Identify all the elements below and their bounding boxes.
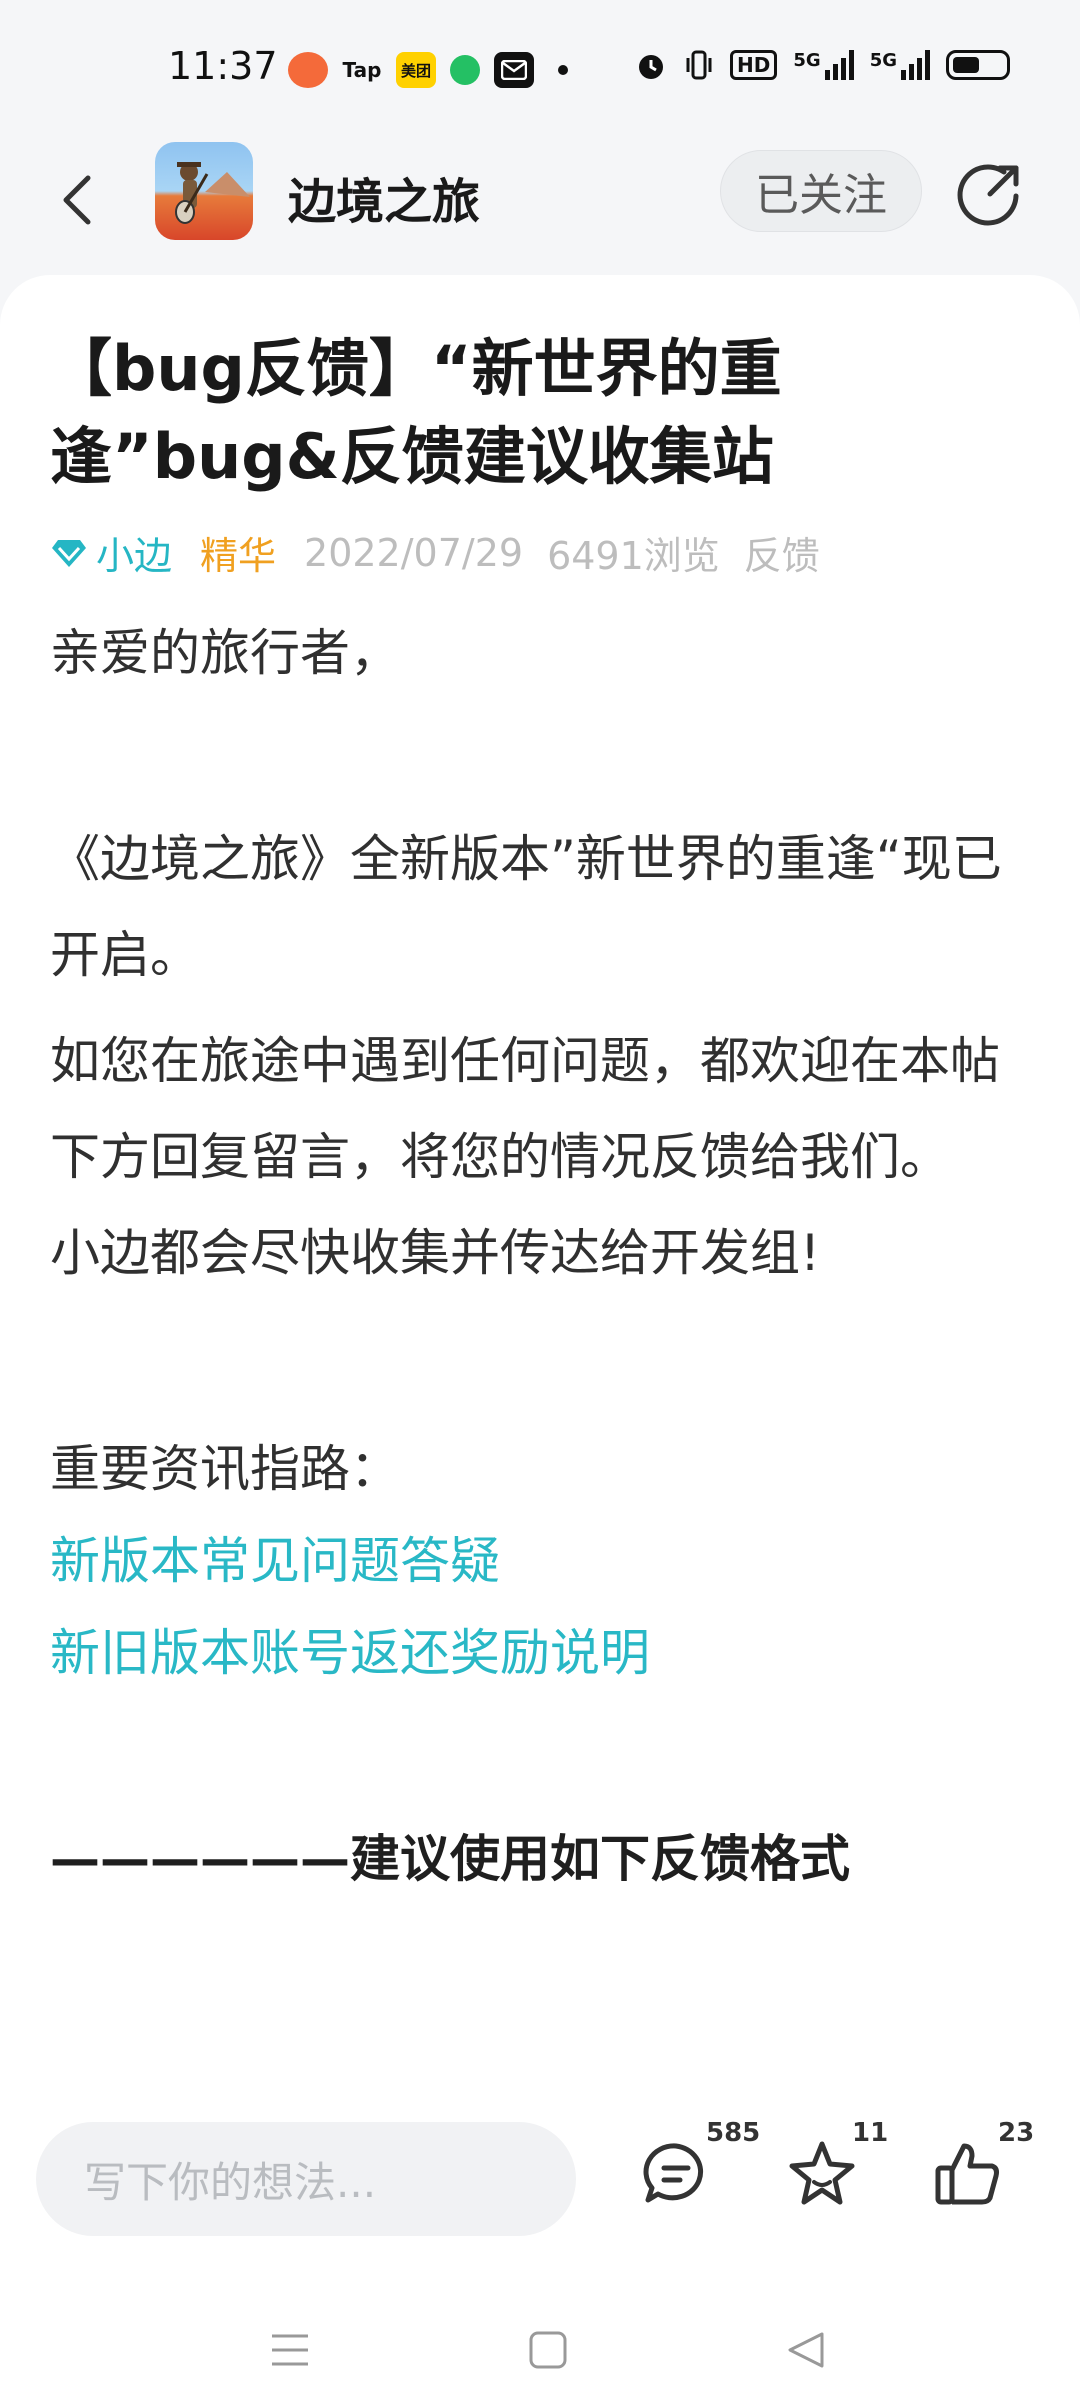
- thumbs-up-icon: [935, 2143, 999, 2205]
- favorite-count: 11: [852, 2118, 889, 2148]
- diamond-icon: [52, 539, 86, 567]
- paragraph-3: 小边都会尽快收集并传达给开发组!: [50, 1224, 821, 1282]
- post-body: 亲爱的旅行者， 《边境之旅》全新版本”新世界的重逢“现已开启。 如您在旅途中遇到…: [50, 605, 1040, 1907]
- paragraph-2: 如您在旅途中遇到任何问题，都欢迎在本帖下方回复留言，将您的情况反馈给我们。: [50, 1032, 1000, 1186]
- home-icon[interactable]: [526, 2328, 570, 2372]
- comment-button[interactable]: 585: [640, 2118, 760, 2218]
- taptap-icon: Tap: [342, 58, 382, 82]
- mail-icon: [494, 52, 534, 88]
- status-time: 11:37: [168, 44, 278, 88]
- author-link[interactable]: 小边: [50, 525, 172, 580]
- chat-bubble-icon: [450, 55, 480, 85]
- status-system-icons: HD 5G 5G: [634, 48, 1010, 82]
- post-date: 2022/07/29: [304, 530, 524, 575]
- battery-icon: [946, 50, 1010, 80]
- view-count: 6491浏览: [547, 534, 720, 578]
- game-app-icon: [288, 52, 328, 88]
- top-header: 边境之旅 已关注: [0, 140, 1080, 280]
- like-button[interactable]: 23: [932, 2118, 1034, 2218]
- back-nav-icon[interactable]: [784, 2328, 828, 2372]
- favorite-button[interactable]: 11: [786, 2118, 888, 2218]
- system-nav-bar: [0, 2300, 1080, 2400]
- back-arrow-icon[interactable]: [50, 170, 110, 230]
- post-card: 【bug反馈】“新世界的重逢”bug&反馈建议收集站 小边 精华 2022/07…: [0, 275, 1080, 2090]
- meituan-icon: 美团: [396, 52, 436, 88]
- vibrate-icon: [686, 50, 712, 80]
- post-meta: 小边 精华 2022/07/29 6491浏览 反馈: [50, 525, 844, 580]
- bottom-action-bar: 写下你的想法... 585 11 23: [0, 2090, 1080, 2400]
- network-5g-icon-2: 5G: [870, 50, 930, 80]
- menu-icon[interactable]: [268, 2328, 312, 2372]
- star-icon: [789, 2141, 855, 2205]
- status-bar: 11:37 Tap 美团 HD 5G 5G: [0, 0, 1080, 140]
- like-count: 23: [998, 2118, 1035, 2148]
- reward-link[interactable]: 新旧版本账号返还奖励说明: [50, 1605, 1040, 1701]
- featured-tag: 精华: [200, 534, 277, 578]
- greeting-text: 亲爱的旅行者，: [50, 624, 400, 682]
- post-category[interactable]: 反馈: [744, 525, 820, 580]
- post-title: 【bug反馈】“新世界的重逢”bug&反馈建议收集站: [50, 332, 782, 493]
- format-heading: ——————建议使用如下反馈格式: [50, 1830, 850, 1888]
- dot-icon: [558, 65, 568, 75]
- guide-heading: 重要资讯指路：: [50, 1440, 400, 1498]
- alarm-icon: [639, 55, 664, 79]
- follow-button[interactable]: 已关注: [720, 150, 922, 232]
- share-icon[interactable]: [954, 158, 1026, 230]
- game-name[interactable]: 边境之旅: [288, 162, 480, 232]
- comment-count: 585: [706, 2118, 761, 2148]
- game-avatar[interactable]: [155, 142, 253, 240]
- network-5g-icon: 5G: [793, 50, 854, 80]
- faq-link[interactable]: 新版本常见问题答疑: [50, 1513, 1040, 1609]
- comment-icon: [643, 2143, 704, 2203]
- comment-input[interactable]: 写下你的想法...: [36, 2122, 576, 2236]
- author-name: 小边: [96, 534, 173, 578]
- status-notification-icons: Tap 美团: [288, 52, 568, 88]
- paragraph-1: 《边境之旅》全新版本”新世界的重逢“现已开启。: [50, 830, 1002, 984]
- hd-icon: HD: [730, 50, 778, 80]
